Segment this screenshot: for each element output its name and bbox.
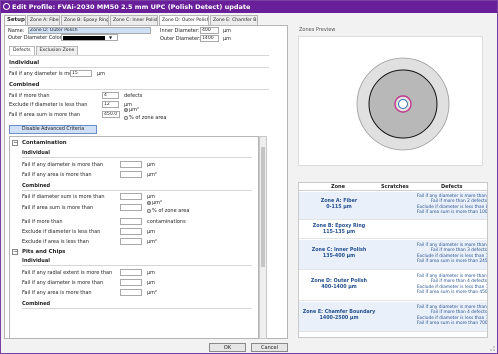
col-defects: Defects: [441, 184, 463, 190]
minus-icon[interactable]: −: [12, 140, 18, 146]
table-row[interactable]: Zone A: Fiber 0-115 µm Fail if any diamet…: [299, 192, 487, 220]
outer-diameter-label: Outer Diameter:: [160, 36, 201, 42]
contam-exclude-area-input[interactable]: [120, 238, 142, 245]
individual-diameter-unit: µm: [97, 71, 106, 77]
pits-chips-header: Pits and Chips: [22, 249, 66, 255]
contam-count-unit: contaminations: [147, 219, 186, 225]
table-row[interactable]: Zone E: Chamfer Boundary 1400-2500 µm Fai…: [299, 302, 487, 332]
tab-zone-e[interactable]: Zone E: Chamfer B...: [210, 15, 258, 25]
zones-table-header: Zone Scratches Defects: [299, 183, 487, 191]
name-input[interactable]: Zone D: Outer Polish: [28, 27, 151, 34]
contam-area-sum-input[interactable]: [120, 204, 142, 211]
area-sum-input[interactable]: 450.0: [102, 111, 120, 118]
table-row[interactable]: Zone C: Inner Polish 135-400 µm Fail if a…: [299, 240, 487, 270]
inner-diameter-unit: µm: [223, 28, 232, 34]
contam-area-label: Fail if any area is more than: [22, 172, 92, 178]
exclude-diameter-label: Exclude if diameter is less than: [9, 102, 88, 108]
contamination-header: Contamination: [22, 140, 67, 146]
pits-diameter-input[interactable]: [120, 279, 142, 286]
pits-radial-input[interactable]: [120, 269, 142, 276]
resize-grip-icon[interactable]: [487, 343, 496, 352]
contam-diameter-sum-label: Fail if diameter sum is more than: [22, 194, 105, 200]
contamination-individual-header: Individual: [22, 150, 50, 156]
contam-exclude-diameter-input[interactable]: [120, 228, 142, 235]
pits-area-input[interactable]: [120, 289, 142, 296]
outer-diameter-input[interactable]: 1400: [200, 35, 219, 42]
table-row[interactable]: Zone B: Epoxy Ring 115-135 µm: [299, 221, 487, 239]
tab-zone-b[interactable]: Zone B: Epoxy Ring: [61, 15, 109, 25]
contam-diameter-label: Fail if any diameter is more than: [22, 162, 104, 168]
contam-exclude-diameter-label: Exclude if diameter is less than: [22, 229, 101, 235]
table-row[interactable]: Zone D: Outer Polish 400-1400 µm Fail if …: [299, 271, 487, 301]
advanced-scrollbar[interactable]: [259, 136, 267, 339]
profile-tabs: Setup Zone A: Fiber Zone B: Epoxy Ring Z…: [4, 15, 288, 25]
contam-area-radio-um2[interactable]: µm²: [147, 200, 162, 206]
tab-zone-d[interactable]: Zone D: Outer Polish: [159, 15, 209, 25]
subtab-divider: [9, 55, 269, 56]
exclude-diameter-input[interactable]: 12: [102, 101, 119, 108]
col-scratches: Scratches: [381, 184, 409, 190]
edit-profile-window: Edit Profile: FVAi-2030 MM50 2.5 mm UPC …: [0, 0, 498, 354]
outer-diameter-unit: µm: [223, 36, 232, 42]
area-sum-label: Fail if area sum is more than: [9, 112, 81, 118]
pits-individual-header: Individual: [22, 258, 50, 264]
combined-more-than-label: Fail if more than: [9, 93, 50, 99]
pits-diameter-label: Fail if any diameter is more than: [22, 280, 104, 286]
combined-more-than-unit: defects: [124, 93, 143, 99]
contam-exclude-area-label: Exclude if area is less than: [22, 239, 89, 245]
cancel-button[interactable]: Cancel: [251, 343, 288, 352]
zones-preview-graphic: [356, 57, 450, 151]
individual-header: Individual: [9, 60, 40, 66]
contam-exclude-area-unit: µm²: [147, 239, 158, 245]
contam-count-label: Fail if more than: [22, 219, 63, 225]
tab-zone-a[interactable]: Zone A: Fiber: [27, 15, 60, 25]
combined-more-than-input[interactable]: 4: [102, 92, 119, 99]
zones-preview: [298, 36, 483, 166]
pits-radial-label: Fail if any radial extent is more than: [22, 270, 113, 276]
title-bar: Edit Profile: FVAi-2030 MM50 2.5 mm UPC …: [1, 1, 497, 13]
window-title: Edit Profile: FVAi-2030 MM50 2.5 mm UPC …: [12, 3, 251, 11]
contam-diameter-unit: µm: [147, 162, 156, 168]
contam-area-sum-label: Fail if area sum is more than: [22, 205, 94, 211]
defect-subtabs: Defects Exclusion Zone: [9, 46, 79, 55]
contam-exclude-diameter-unit: µm: [147, 229, 156, 235]
disable-advanced-criteria-button[interactable]: Disable Advanced Criteria: [9, 125, 97, 134]
contam-area-input[interactable]: [120, 171, 142, 178]
contam-count-input[interactable]: [120, 218, 142, 225]
outer-color-label: Outer Diameter Color:: [8, 35, 64, 41]
chevron-down-icon: ▼: [109, 35, 113, 40]
contam-area-unit: µm²: [147, 172, 158, 178]
settings-icon: [3, 3, 10, 10]
ok-button[interactable]: OK: [209, 343, 246, 352]
contamination-combined-header: Combined: [22, 183, 51, 189]
scroll-thumb[interactable]: [261, 147, 265, 267]
individual-diameter-input[interactable]: 15: [70, 70, 92, 77]
subtab-exclusion-zone[interactable]: Exclusion Zone: [35, 46, 79, 55]
pits-area-label: Fail if any area is more than: [22, 290, 92, 296]
area-unit-radio-percent[interactable]: % of zone area: [124, 115, 166, 121]
contam-diameter-input[interactable]: [120, 161, 142, 168]
col-zone: Zone: [331, 184, 346, 190]
inner-diameter-label: Inner Diameter:: [160, 28, 200, 34]
contam-diameter-sum-input[interactable]: [120, 193, 142, 200]
pits-combined-header: Combined: [22, 301, 51, 307]
pits-area-unit: µm²: [147, 290, 158, 296]
tab-zone-c[interactable]: Zone C: Inner Polish: [110, 15, 158, 25]
zones-table: Zone Scratches Defects Zone A: Fiber 0-11…: [298, 182, 488, 338]
inner-diameter-input[interactable]: 400: [200, 27, 219, 34]
outer-color-select[interactable]: ▼: [61, 34, 118, 41]
contam-area-radio-percent[interactable]: % of zone area: [147, 208, 189, 214]
pits-diameter-unit: µm: [147, 280, 156, 286]
minus-icon[interactable]: −: [12, 249, 18, 255]
area-unit-radio-um2[interactable]: µm²: [124, 107, 139, 113]
zone-a-fiber: [398, 99, 408, 109]
color-swatch: [63, 36, 105, 40]
zones-preview-label: Zones Preview: [299, 27, 336, 33]
tab-setup[interactable]: Setup: [4, 15, 26, 25]
advanced-criteria-panel: − Contamination Individual Fail if any d…: [9, 136, 259, 339]
combined-header: Combined: [9, 82, 40, 88]
subtab-defects[interactable]: Defects: [9, 46, 35, 55]
name-label: Name:: [8, 28, 25, 34]
pits-radial-unit: µm: [147, 270, 156, 276]
